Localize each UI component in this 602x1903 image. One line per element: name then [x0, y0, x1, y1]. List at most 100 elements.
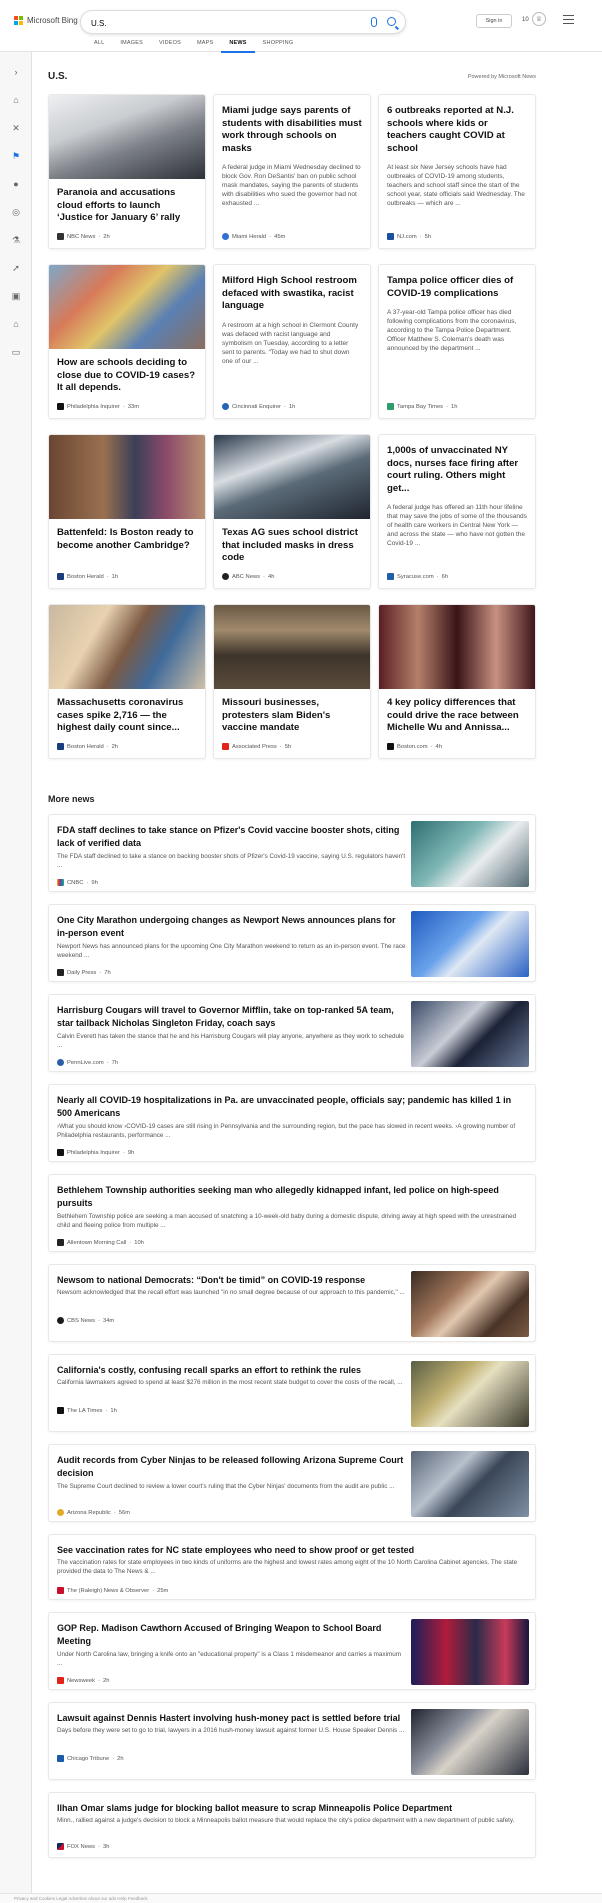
- tab-shopping[interactable]: SHOPPING: [255, 40, 302, 53]
- bing-logo[interactable]: Microsoft Bing: [14, 16, 78, 25]
- search-icon[interactable]: [387, 17, 396, 26]
- news-card[interactable]: Tampa police officer dies of COVID-19 co…: [378, 264, 536, 419]
- provider: Tampa Bay Times · 1h: [387, 403, 457, 410]
- newsom-portrait-image: [411, 1271, 529, 1337]
- news-card[interactable]: Paranoia and accusations cloud efforts t…: [48, 94, 206, 249]
- card-title[interactable]: How are schools deciding to close due to…: [49, 349, 205, 395]
- provider-name: FOX News: [67, 1843, 96, 1850]
- microphone-icon[interactable]: [371, 17, 377, 27]
- age: 2h: [103, 233, 110, 240]
- boston-com-logo-icon: [387, 743, 394, 750]
- arizona-republic-logo-icon: [57, 1509, 64, 1516]
- item-title[interactable]: One City Marathon undergoing changes as …: [57, 914, 407, 939]
- kids-classroom-image: [49, 265, 205, 349]
- provider: CNBC · 9h: [57, 879, 98, 886]
- news-list-item[interactable]: See vaccination rates for NC state emplo…: [48, 1534, 536, 1600]
- location-pin-icon[interactable]: ●: [10, 178, 22, 190]
- search-box[interactable]: [80, 10, 406, 34]
- card-title[interactable]: Milford High School restroom defaced wit…: [214, 265, 370, 313]
- news-list-item[interactable]: Lawsuit against Dennis Hastert involving…: [48, 1702, 536, 1780]
- item-title[interactable]: See vaccination rates for NC state emplo…: [57, 1544, 527, 1557]
- item-title[interactable]: GOP Rep. Madison Cawthorn Accused of Bri…: [57, 1622, 407, 1647]
- item-title[interactable]: Harrisburg Cougars will travel to Govern…: [57, 1004, 407, 1029]
- news-card[interactable]: 4 key policy differences that could driv…: [378, 604, 536, 759]
- item-title[interactable]: Nearly all COVID-19 hospitalizations in …: [57, 1094, 527, 1119]
- card-title[interactable]: 4 key policy differences that could driv…: [379, 689, 535, 735]
- tools-icon[interactable]: ✕: [10, 122, 22, 134]
- item-title[interactable]: California's costly, confusing recall sp…: [57, 1364, 407, 1377]
- news-card[interactable]: Missouri businesses, protesters slam Bid…: [213, 604, 371, 759]
- card-title[interactable]: Massachusetts coronavirus cases spike 2,…: [49, 689, 205, 735]
- news-card[interactable]: Battenfeld: Is Boston ready to become an…: [48, 434, 206, 589]
- card-title[interactable]: Missouri businesses, protesters slam Bid…: [214, 689, 370, 735]
- item-title[interactable]: FDA staff declines to take stance on Pfi…: [57, 824, 407, 849]
- rewards-trophy-icon[interactable]: ♕: [532, 12, 546, 26]
- search-input[interactable]: [91, 16, 361, 30]
- news-list-item[interactable]: Bethlehem Township authorities seeking m…: [48, 1174, 536, 1252]
- rocket-icon[interactable]: ➚: [10, 262, 22, 274]
- sign-in-button[interactable]: Sign in: [476, 14, 512, 28]
- news-list-item[interactable]: California's costly, confusing recall sp…: [48, 1354, 536, 1432]
- provider-name: Cincinnati Enquirer: [232, 403, 281, 410]
- news-card[interactable]: How are schools deciding to close due to…: [48, 264, 206, 419]
- age: 1h: [111, 573, 119, 580]
- tab-all[interactable]: ALL: [86, 40, 112, 53]
- home-icon[interactable]: ⌂: [10, 94, 22, 106]
- expand-chevron-icon[interactable]: ›: [10, 66, 22, 78]
- card-title[interactable]: Paranoia and accusations cloud efforts t…: [49, 179, 205, 225]
- news-card[interactable]: Massachusetts coronavirus cases spike 2,…: [48, 604, 206, 759]
- us-flag-icon[interactable]: ⚑: [10, 150, 22, 162]
- news-card[interactable]: 1,000s of unvaccinated NY docs, nurses f…: [378, 434, 536, 589]
- tab-videos[interactable]: VIDEOS: [151, 40, 189, 53]
- provider-name: Newsweek: [67, 1677, 96, 1684]
- news-card[interactable]: Texas AG sues school district that inclu…: [213, 434, 371, 589]
- more-news-title: More news: [48, 794, 95, 804]
- tab-news[interactable]: NEWS: [221, 40, 255, 53]
- film-icon[interactable]: ▣: [10, 290, 22, 302]
- item-title[interactable]: Audit records from Cyber Ninjas to be re…: [57, 1454, 407, 1479]
- news-list-item[interactable]: FDA staff declines to take stance on Pfi…: [48, 814, 536, 892]
- provider: NJ.com · 5h: [387, 233, 431, 240]
- tab-images[interactable]: IMAGES: [112, 40, 151, 53]
- bank-icon[interactable]: ⌂: [10, 318, 22, 330]
- football-players-image: [411, 1001, 529, 1067]
- item-title[interactable]: Ilhan Omar slams judge for blocking ball…: [57, 1802, 527, 1815]
- provider-name: ABC News: [232, 573, 261, 580]
- globe-icon[interactable]: ◎: [10, 206, 22, 218]
- news-list-item[interactable]: Audit records from Cyber Ninjas to be re…: [48, 1444, 536, 1522]
- provider-name: Boston Herald: [67, 573, 104, 580]
- news-list-item[interactable]: Ilhan Omar slams judge for blocking ball…: [48, 1792, 536, 1858]
- card-title[interactable]: 6 outbreaks reported at N.J. schools whe…: [379, 95, 535, 155]
- age: 2h: [111, 743, 119, 750]
- footer-links[interactable]: Privacy and Cookies Legal Advertise Abou…: [14, 1896, 148, 1901]
- provider: CBS News · 34m: [57, 1317, 114, 1324]
- card-title[interactable]: Texas AG sues school district that inclu…: [214, 519, 370, 565]
- abc-logo-icon: [222, 573, 229, 580]
- news-list-item[interactable]: One City Marathon undergoing changes as …: [48, 904, 536, 982]
- provider: Allentown Morning Call · 10h: [57, 1239, 144, 1246]
- enquirer-logo-icon: [222, 403, 229, 410]
- card-title[interactable]: Battenfeld: Is Boston ready to become an…: [49, 519, 205, 552]
- science-icon[interactable]: ⚗: [10, 234, 22, 246]
- news-list-item[interactable]: Harrisburg Cougars will travel to Govern…: [48, 994, 536, 1072]
- age: 4h: [267, 573, 275, 580]
- news-card[interactable]: Milford High School restroom defaced wit…: [213, 264, 371, 419]
- news-list-item[interactable]: Nearly all COVID-19 hospitalizations in …: [48, 1084, 536, 1162]
- card-title[interactable]: Miami judge says parents of students wit…: [214, 95, 370, 155]
- news-card[interactable]: 6 outbreaks reported at N.J. schools whe…: [378, 94, 536, 249]
- item-title[interactable]: Lawsuit against Dennis Hastert involving…: [57, 1712, 407, 1725]
- provider: Philadelphia Inquirer · 33m: [57, 403, 139, 410]
- card-title[interactable]: 1,000s of unvaccinated NY docs, nurses f…: [379, 435, 535, 495]
- microsoft-logo-icon: [14, 16, 23, 25]
- card-title[interactable]: Tampa police officer dies of COVID-19 co…: [379, 265, 535, 300]
- news-card[interactable]: Miami judge says parents of students wit…: [213, 94, 371, 249]
- item-title[interactable]: Newsom to national Democrats: “Don't be …: [57, 1274, 407, 1287]
- tab-maps[interactable]: MAPS: [189, 40, 221, 53]
- news-list-item[interactable]: GOP Rep. Madison Cawthorn Accused of Bri…: [48, 1612, 536, 1690]
- news-list-item[interactable]: Newsom to national Democrats: “Don't be …: [48, 1264, 536, 1342]
- item-title[interactable]: Bethlehem Township authorities seeking m…: [57, 1184, 527, 1209]
- card-icon[interactable]: ▭: [10, 346, 22, 358]
- hamburger-menu-icon[interactable]: [563, 15, 574, 27]
- provider-name: NJ.com: [397, 233, 417, 240]
- card-snippet: A federal judge has offered an 11th hour…: [387, 504, 527, 547]
